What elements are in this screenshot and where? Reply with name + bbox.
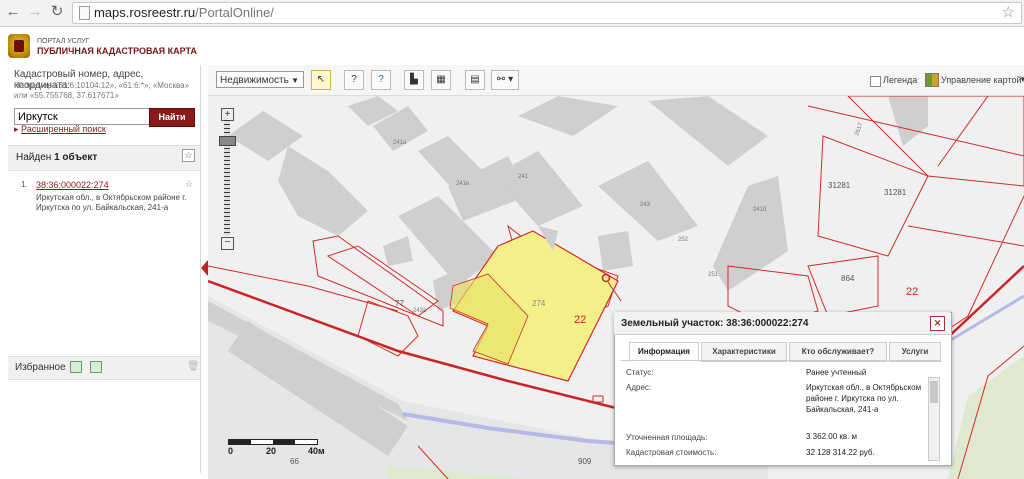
address-bar[interactable]: maps.rosreestr.ru/PortalOnline/ ☆: [72, 2, 1022, 24]
map-control-icon[interactable]: [925, 73, 939, 87]
tab-services[interactable]: Услуги: [889, 342, 941, 362]
cost-value: 32 128 314.22 руб.: [806, 448, 875, 457]
tab-who-serves[interactable]: Кто обслуживает?: [789, 342, 887, 362]
scale-label: 0: [228, 446, 234, 456]
status-label: Статус:: [626, 368, 654, 377]
bookmark-star-icon[interactable]: ☆: [1002, 3, 1015, 21]
map-label: 22: [574, 314, 586, 326]
search-examples: Например «61:6:10104:12», «61:6:*», «Мос…: [14, 81, 190, 100]
cost-label: Кадастровая стоимость:: [626, 448, 717, 457]
area-value: 3 362.00 кв. м: [806, 432, 858, 441]
search-input[interactable]: [14, 108, 153, 125]
result-star-icon[interactable]: ☆: [185, 179, 193, 190]
identify-tool-icon[interactable]: ?: [344, 70, 364, 90]
map-label: 864: [841, 274, 855, 283]
map-label: 241б: [753, 207, 767, 213]
result-number: 1.: [21, 180, 28, 189]
result-address: Иркутская обл., в Октябрьском районе г. …: [36, 193, 187, 212]
area-label: Уточненная площадь:: [626, 433, 708, 442]
forward-arrow-icon[interactable]: →: [26, 3, 44, 21]
favorite-star-icon[interactable]: ☆: [182, 149, 195, 162]
url-text: maps.rosreestr.ru/PortalOnline/: [94, 5, 274, 20]
result-cadastral-link[interactable]: 38:36:000022:274: [36, 180, 109, 190]
map-label: 241а: [393, 140, 407, 146]
layer-type-select[interactable]: Недвижимость ▼: [216, 71, 304, 88]
measure-distance-icon[interactable]: ▙: [404, 70, 424, 90]
map-label: 31281: [884, 188, 907, 197]
map-label: 77: [395, 299, 404, 308]
page-icon: [79, 6, 90, 20]
back-arrow-icon[interactable]: ←: [4, 3, 22, 21]
map-label: 243а: [413, 308, 427, 314]
import-icon[interactable]: [70, 361, 82, 373]
tab-divider: [621, 360, 941, 361]
scale-bar: [228, 439, 318, 445]
address-value: Иркутская обл., в Октябрьском районе г. …: [806, 383, 922, 414]
emblem-logo[interactable]: [8, 34, 30, 58]
zoom-out-button[interactable]: −: [221, 237, 234, 250]
map-label: 31281: [828, 181, 851, 190]
pointer-tool-icon[interactable]: ↖: [311, 70, 331, 90]
map-label: 241: [518, 174, 529, 180]
map-label: 252: [678, 237, 689, 243]
map-label: 274: [532, 299, 546, 308]
find-button[interactable]: Найти: [149, 108, 195, 127]
map-control-button[interactable]: Управление картой: [941, 75, 1022, 85]
scrollbar-thumb[interactable]: [930, 381, 938, 403]
popup-title: Земельный участок: 38:36:000022:274: [621, 318, 809, 329]
map-label: 66: [290, 457, 299, 466]
collapse-panel-arrow-icon[interactable]: [201, 260, 208, 276]
address-label: Адрес:: [626, 383, 652, 392]
tab-characteristics[interactable]: Характеристики: [701, 342, 787, 362]
tab-information[interactable]: Информация: [629, 342, 699, 362]
zoom-slider-handle[interactable]: [219, 136, 236, 146]
close-icon[interactable]: ✕: [930, 316, 945, 331]
map-label: 243: [640, 202, 651, 208]
status-value: Ранее учтенный: [806, 368, 867, 377]
popup-scrollbar[interactable]: [928, 377, 940, 461]
reload-icon[interactable]: ↻: [48, 3, 66, 21]
results-count: Найден 1 объект: [16, 152, 98, 163]
portal-subtitle: ПОРТАЛ УСЛУГ: [37, 38, 90, 45]
map-label: 241в: [456, 181, 469, 187]
print-icon[interactable]: ▤: [465, 70, 485, 90]
scale-label: 20: [266, 446, 277, 456]
advanced-search-link[interactable]: ▸ Расширенный поиск: [14, 124, 106, 135]
portal-title[interactable]: ПУБЛИЧНАЯ КАДАСТРОВАЯ КАРТА: [37, 46, 197, 56]
export-icon[interactable]: [90, 361, 102, 373]
trash-icon[interactable]: 🗑: [187, 361, 200, 372]
measure-area-icon[interactable]: ▦: [431, 70, 451, 90]
link-tool-icon[interactable]: ⚯ ▾: [491, 70, 519, 90]
info-tool-icon[interactable]: ?: [371, 70, 391, 90]
scale-label: 40м: [308, 446, 325, 456]
map-label: 909: [578, 457, 592, 466]
favorites-label: Избранное: [15, 362, 66, 373]
map-label: 22: [906, 286, 918, 298]
legend-label: Легенда: [883, 75, 918, 85]
legend-checkbox[interactable]: [870, 76, 881, 87]
map-label: 251: [708, 272, 719, 278]
map-control-arrow-icon[interactable]: ▼: [1019, 75, 1024, 84]
